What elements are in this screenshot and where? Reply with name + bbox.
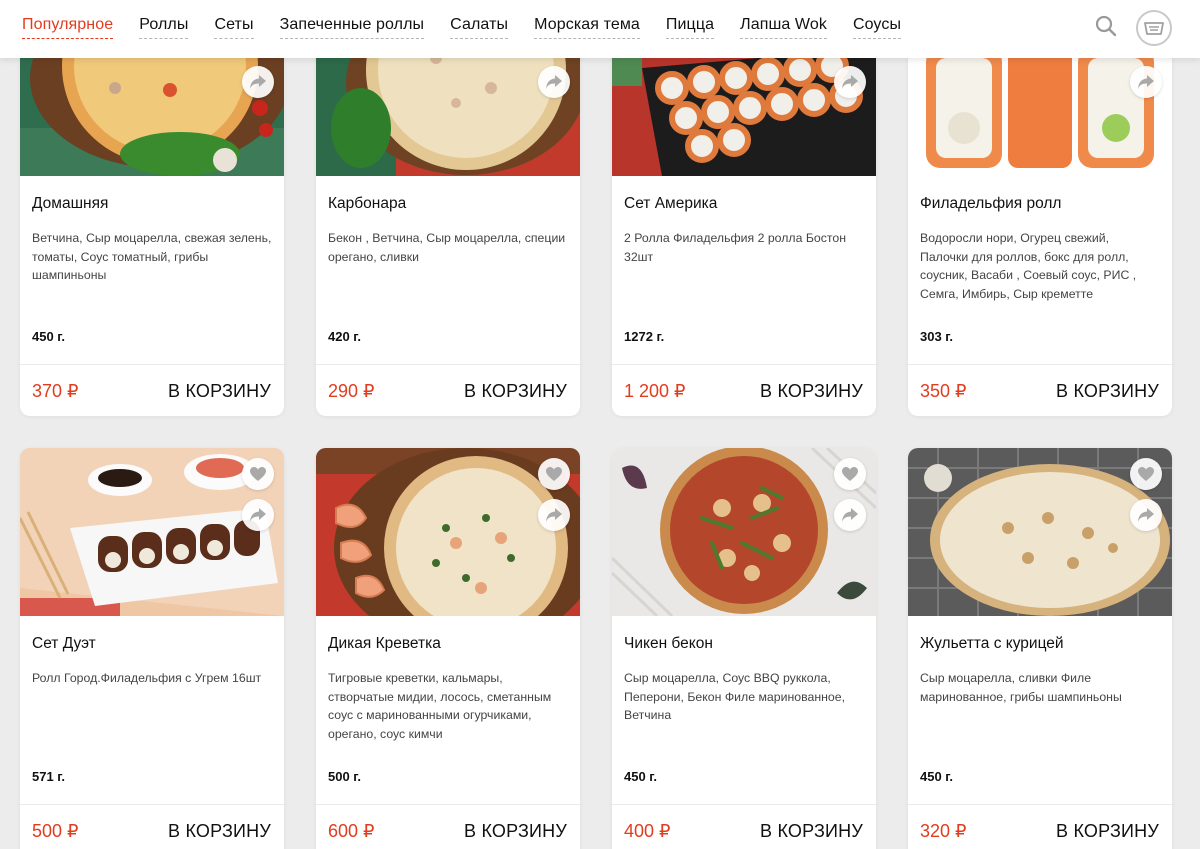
product-weight: 1272 г.	[624, 329, 665, 344]
product-weight: 450 г.	[920, 769, 954, 784]
nav-item-rolls[interactable]: Роллы	[139, 16, 189, 39]
share-icon[interactable]	[834, 66, 866, 98]
product-weight: 420 г.	[328, 329, 362, 344]
product-card[interactable]: Домашняя Ветчина, Сыр моцарелла, свежая …	[20, 8, 284, 416]
add-to-cart-button[interactable]: В КОРЗИНУ	[168, 381, 271, 402]
product-price: 350 ₽	[920, 381, 967, 401]
nav-item-sets[interactable]: Сеты	[214, 16, 254, 39]
card-divider	[908, 804, 1172, 805]
product-name: Домашняя	[32, 195, 109, 212]
product-weight: 450 г.	[32, 329, 66, 344]
card-divider	[316, 804, 580, 805]
product-description: Сыр моцарелла, сливки Филе маринованное,…	[920, 671, 1122, 704]
share-icon[interactable]	[834, 499, 866, 531]
add-to-cart-button[interactable]: В КОРЗИНУ	[464, 821, 567, 842]
product-card[interactable]: Карбонара Бекон , Ветчина, Сыр моцарелла…	[316, 8, 580, 416]
share-icon[interactable]	[1130, 499, 1162, 531]
product-description: Ветчина, Сыр моцарелла, свежая зелень, т…	[32, 231, 272, 283]
product-price: 400 ₽	[624, 821, 671, 841]
product-image[interactable]	[20, 448, 284, 616]
nav-item-pizza[interactable]: Пицца	[665, 16, 715, 39]
nav-item-wok[interactable]: Лапша Wok	[740, 16, 827, 39]
add-to-cart-button[interactable]: В КОРЗИНУ	[464, 381, 567, 402]
product-description: Водоросли нори, Огурец свежий, Палочки д…	[920, 231, 1137, 301]
card-divider	[908, 364, 1172, 365]
heart-icon[interactable]	[1130, 458, 1162, 490]
nav-item-sauces[interactable]: Соусы	[852, 16, 902, 39]
card-divider	[20, 804, 284, 805]
search-icon[interactable]	[1094, 14, 1118, 38]
product-price: 500 ₽	[32, 821, 79, 841]
product-card[interactable]: Чикен бекон Сыр моцарелла, Соус BBQ рукк…	[612, 448, 876, 849]
card-divider	[316, 364, 580, 365]
share-icon[interactable]	[242, 66, 274, 98]
heart-icon[interactable]	[242, 458, 274, 490]
category-nav: Популярное Роллы Сеты Запеченные роллы С…	[22, 16, 902, 39]
product-weight: 450 г.	[624, 769, 658, 784]
product-name: Сет Дуэт	[32, 635, 96, 652]
product-name: Дикая Креветка	[328, 635, 441, 652]
product-name: Карбонара	[328, 195, 407, 212]
product-name: Чикен бекон	[624, 635, 713, 652]
product-weight: 500 г.	[328, 769, 362, 784]
add-to-cart-button[interactable]: В КОРЗИНУ	[760, 821, 863, 842]
product-card[interactable]: Сет Америка 2 Ролла Филадельфия 2 ролла …	[612, 8, 876, 416]
product-card[interactable]: Филадельфия ролл Водоросли нори, Огурец …	[908, 8, 1172, 416]
add-to-cart-button[interactable]: В КОРЗИНУ	[168, 821, 271, 842]
product-image[interactable]	[908, 448, 1172, 616]
product-price: 600 ₽	[328, 821, 375, 841]
nav-item-seafood[interactable]: Морская тема	[534, 16, 640, 39]
cart-icon[interactable]	[1136, 10, 1172, 46]
product-description: 2 Ролла Филадельфия 2 ролла Бостон 32шт	[624, 231, 847, 264]
product-description: Ролл Город.Филадельфия с Угрем 16шт	[32, 671, 262, 685]
product-name: Жульетта с курицей	[920, 635, 1064, 652]
product-image[interactable]	[612, 448, 876, 616]
product-price: 1 200 ₽	[624, 381, 686, 401]
product-price: 290 ₽	[328, 381, 375, 401]
nav-item-baked-rolls[interactable]: Запеченные роллы	[279, 16, 425, 39]
card-divider	[612, 364, 876, 365]
product-card[interactable]: Дикая Креветка Тигровые креветки, кальма…	[316, 448, 580, 849]
product-price: 320 ₽	[920, 821, 967, 841]
add-to-cart-button[interactable]: В КОРЗИНУ	[760, 381, 863, 402]
product-image[interactable]	[316, 448, 580, 616]
card-divider	[20, 364, 284, 365]
product-price: 370 ₽	[32, 381, 79, 401]
product-name: Сет Америка	[624, 195, 718, 212]
product-weight: 571 г.	[32, 769, 66, 784]
share-icon[interactable]	[538, 499, 570, 531]
product-card[interactable]: Жульетта с курицей Сыр моцарелла, сливки…	[908, 448, 1172, 849]
top-bar: Популярное Роллы Сеты Запеченные роллы С…	[0, 0, 1200, 58]
add-to-cart-button[interactable]: В КОРЗИНУ	[1056, 381, 1159, 402]
heart-icon[interactable]	[538, 458, 570, 490]
product-description: Бекон , Ветчина, Сыр моцарелла, специи о…	[328, 231, 566, 264]
share-icon[interactable]	[1130, 66, 1162, 98]
add-to-cart-button[interactable]: В КОРЗИНУ	[1056, 821, 1159, 842]
product-name: Филадельфия ролл	[920, 195, 1062, 212]
product-weight: 303 г.	[920, 329, 954, 344]
nav-item-salads[interactable]: Салаты	[450, 16, 509, 39]
product-description: Сыр моцарелла, Соус BBQ руккола, Пеперон…	[624, 671, 846, 723]
product-card[interactable]: Сет Дуэт Ролл Город.Филадельфия с Угрем …	[20, 448, 284, 849]
card-divider	[612, 804, 876, 805]
nav-item-popular[interactable]: Популярное	[22, 16, 114, 39]
share-icon[interactable]	[538, 66, 570, 98]
product-description: Тигровые креветки, кальмары, створчатые …	[328, 671, 552, 741]
share-icon[interactable]	[242, 499, 274, 531]
heart-icon[interactable]	[834, 458, 866, 490]
